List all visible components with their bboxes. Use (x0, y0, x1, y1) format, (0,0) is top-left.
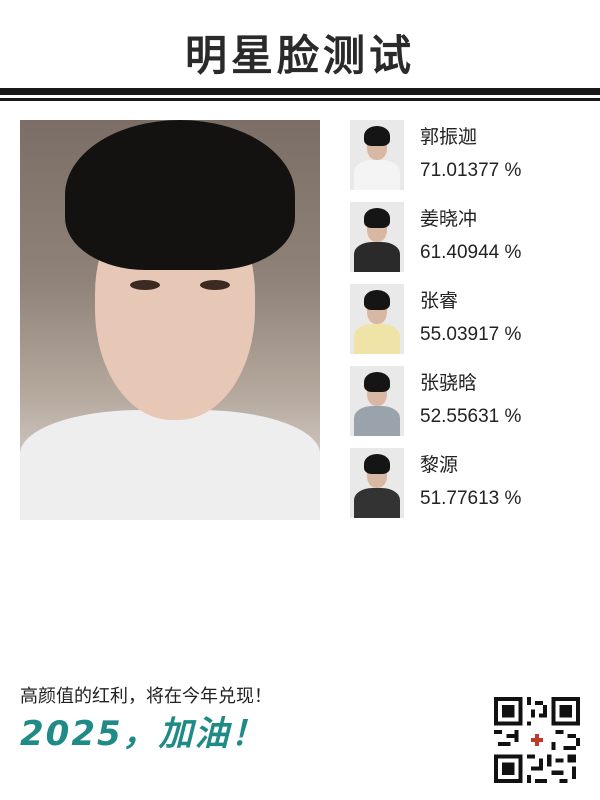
similarity-score: 61.40944 % (420, 242, 522, 263)
celebrity-name: 郭振迦 (420, 126, 478, 148)
header-divider-thick (0, 88, 600, 95)
celebrity-thumbnail (350, 366, 404, 436)
result-item[interactable]: 张睿 55.03917 % (350, 284, 580, 366)
celebrity-name: 姜晓冲 (420, 208, 478, 230)
header-divider-thin (0, 98, 600, 101)
celebrity-thumbnail (350, 120, 404, 190)
result-item[interactable]: 姜晓冲 61.40944 % (350, 202, 580, 284)
celebrity-name: 黎源 (420, 454, 459, 476)
celebrity-thumbnail (350, 202, 404, 272)
slogan-text: 高颜值的红利，将在今年兑现！ (20, 686, 272, 707)
celebrity-thumbnail (350, 284, 404, 354)
similarity-score: 52.55631 % (420, 406, 522, 427)
celebrity-name: 张睿 (420, 290, 459, 312)
celebrity-thumbnail (350, 448, 404, 518)
lookalike-results-list: 郭振迦 71.01377 % 姜晓冲 61.40944 % 张睿 55.0391… (350, 120, 580, 530)
result-item[interactable]: 郭振迦 71.01377 % (350, 120, 580, 202)
similarity-score: 71.01377 % (420, 160, 522, 181)
result-item[interactable]: 黎源 51.77613 % (350, 448, 580, 530)
similarity-score: 55.03917 % (420, 324, 522, 345)
qr-code-icon (494, 697, 580, 783)
result-item[interactable]: 张骁晗 52.55631 % (350, 366, 580, 448)
similarity-score: 51.77613 % (420, 488, 522, 509)
page-title: 明星脸测试 (184, 31, 415, 80)
motto-text: 2025，加油！ (20, 714, 267, 754)
celebrity-name: 张骁晗 (420, 372, 478, 394)
uploaded-face-photo (20, 120, 320, 520)
